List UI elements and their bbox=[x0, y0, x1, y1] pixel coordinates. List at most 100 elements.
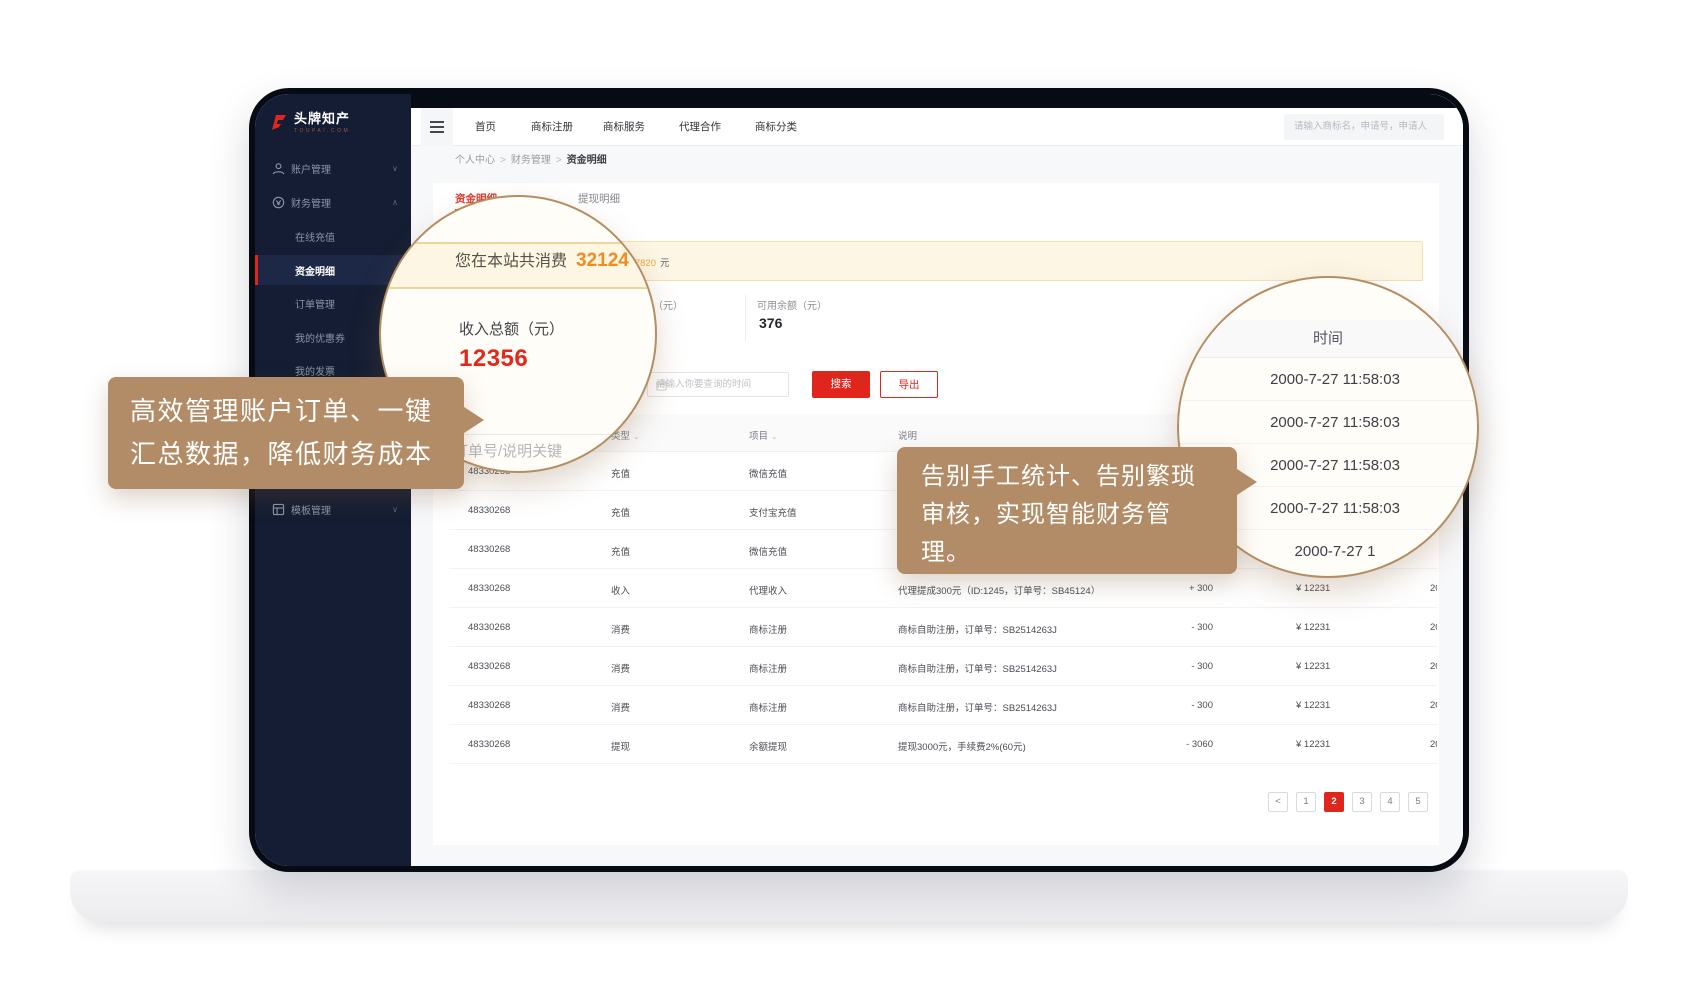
time-query-input[interactable]: 请输入你要查询的时间 bbox=[647, 372, 789, 397]
brand-tagline: TOUPAI.COM bbox=[294, 128, 350, 134]
nav-tab-trademark-reg[interactable]: 商标注册 bbox=[531, 108, 573, 146]
table-row[interactable]: 48330268 消费 商标注册 商标自助注册，订单号：SB2514263J -… bbox=[449, 686, 1437, 725]
pagination-page-1[interactable]: 1 bbox=[1296, 792, 1316, 812]
cell-desc: 商标自助注册，订单号：SB2514263J bbox=[898, 661, 1057, 675]
callout-text: 理。 bbox=[921, 534, 1213, 572]
brand-name: 头牌知产 bbox=[294, 112, 350, 126]
cell-amount: + 300 bbox=[1089, 583, 1213, 594]
cell-time: 2000-7-27 11:58:03 bbox=[1430, 622, 1437, 633]
laptop-base bbox=[70, 870, 1628, 922]
cell-time: 2000-7-27 11:58:03 bbox=[1430, 739, 1437, 750]
callout-arrow-right bbox=[464, 407, 484, 433]
cell-desc: 商标自助注册，订单号：SB2514263J bbox=[898, 622, 1057, 636]
search-button[interactable]: 搜索 bbox=[812, 371, 870, 398]
cell-order: 48330268 bbox=[468, 544, 510, 555]
cell-type: 消费 bbox=[611, 622, 630, 636]
nav-tab-home[interactable]: 首页 bbox=[475, 108, 496, 146]
cell-time: 2000-7-27 11:58:03 bbox=[1430, 661, 1437, 672]
stat-expense-label-fragment: （元） bbox=[653, 297, 683, 312]
cell-amount: - 300 bbox=[1089, 661, 1213, 672]
cell-item: 商标注册 bbox=[749, 661, 787, 675]
callout-left-tooltip: 高效管理账户订单、一键 汇总数据，降低财务成本 bbox=[108, 377, 464, 489]
table-row[interactable]: 48330268 消费 商标注册 商标自助注册，订单号：SB2514263J -… bbox=[449, 647, 1437, 686]
cell-order: 48330268 bbox=[468, 661, 510, 672]
cell-item: 商标注册 bbox=[749, 622, 787, 636]
top-navbar: 首页 商标注册 商标服务 代理合作 商标分类 请输入商标名，申请号，申请人 bbox=[411, 108, 1463, 146]
cell-type: 消费 bbox=[611, 661, 630, 675]
nav-tab-agency[interactable]: 代理合作 bbox=[679, 108, 721, 146]
pagination-page-2-active[interactable]: 2 bbox=[1324, 792, 1344, 812]
calendar-icon[interactable] bbox=[656, 380, 781, 391]
export-button[interactable]: 导出 bbox=[880, 371, 938, 398]
cell-amount: - 300 bbox=[1089, 700, 1213, 711]
chevron-down-icon: ∨ bbox=[392, 505, 398, 514]
stat-divider bbox=[745, 295, 746, 341]
sidebar-item-label: 在线充值 bbox=[295, 229, 335, 244]
table-row[interactable]: 48330268 消费 商标注册 商标自助注册，订单号：SB2514263J -… bbox=[449, 608, 1437, 647]
cell-type: 提现 bbox=[611, 739, 630, 753]
cell-time: 2000-7-27 11:58:03 bbox=[1430, 583, 1437, 594]
sidebar-item-account[interactable]: 账户管理 ∨ bbox=[255, 153, 411, 183]
breadcrumb-separator: > bbox=[556, 155, 562, 166]
cell-item: 商标注册 bbox=[749, 700, 787, 714]
sidebar-item-label: 财务管理 bbox=[291, 195, 331, 210]
magnified-time-header: 时间 bbox=[1179, 320, 1477, 358]
magnified-keyword-placeholder: 订单号/说明关键 bbox=[453, 440, 562, 461]
cell-balance: ¥ 12231 bbox=[1296, 700, 1330, 711]
cell-amount: - 300 bbox=[1089, 622, 1213, 633]
cell-type: 收入 bbox=[611, 583, 630, 597]
template-icon bbox=[272, 503, 285, 516]
breadcrumb: 个人中心 > 财务管理 > 资金明细 bbox=[411, 146, 1463, 175]
nav-tab-classify[interactable]: 商标分类 bbox=[755, 108, 797, 146]
pagination-page-4[interactable]: 4 bbox=[1380, 792, 1400, 812]
user-icon bbox=[272, 162, 285, 175]
breadcrumb-item[interactable]: 个人中心 bbox=[455, 155, 495, 166]
table-row[interactable]: 48330268 提现 余额提现 提现3000元，手续费2%(60元) - 30… bbox=[449, 725, 1437, 764]
cell-balance: ¥ 12231 bbox=[1296, 661, 1330, 672]
sidebar-item-templates[interactable]: 模板管理 ∨ bbox=[255, 494, 411, 524]
magnified-income-label: 收入总额（元） bbox=[459, 318, 564, 339]
cell-item: 余额提现 bbox=[749, 739, 787, 753]
sidebar-item-label: 我的发票 bbox=[295, 363, 335, 378]
cell-type: 充值 bbox=[611, 544, 630, 558]
callout-text: 汇总数据，降低财务成本 bbox=[130, 433, 442, 476]
callout-arrow-right bbox=[1237, 469, 1257, 495]
tab-withdraw-details[interactable]: 提现明细 bbox=[578, 191, 620, 206]
cell-item: 微信充值 bbox=[749, 544, 787, 558]
cell-order: 48330268 bbox=[468, 505, 510, 516]
notice-small-value: 7820 bbox=[635, 258, 656, 269]
callout-text: 高效管理账户订单、一键 bbox=[130, 390, 442, 433]
hamburger-menu-icon[interactable] bbox=[421, 108, 453, 146]
cell-desc: 提现3000元，手续费2%(60元) bbox=[898, 739, 1026, 753]
pagination: < 1 2 3 4 5 bbox=[1268, 792, 1428, 812]
table-row[interactable]: 48330268 收入 代理收入 代理提成300元（ID:1245，订单号：SB… bbox=[449, 569, 1437, 608]
global-search-input[interactable]: 请输入商标名，申请号，申请人 bbox=[1284, 114, 1444, 140]
callout-text: 审核，实现智能财务管 bbox=[921, 496, 1213, 534]
callout-text: 告别手工统计、告别繁琐 bbox=[921, 458, 1213, 496]
breadcrumb-separator: > bbox=[500, 155, 506, 166]
pagination-page-5[interactable]: 5 bbox=[1408, 792, 1428, 812]
brand-logo[interactable]: 头牌知产 TOUPAI.COM bbox=[269, 112, 350, 134]
callout-right-tooltip: 告别手工统计、告别繁琐 审核，实现智能财务管 理。 bbox=[897, 447, 1237, 574]
stat-available-label: 可用余额（元） bbox=[757, 297, 827, 312]
sidebar-item-finance[interactable]: 财务管理 ∧ bbox=[255, 187, 411, 217]
brand-logo-icon bbox=[269, 112, 289, 132]
finance-icon bbox=[272, 196, 285, 209]
notice-label: 您在本站共消费 bbox=[455, 247, 567, 271]
cell-type: 充值 bbox=[611, 466, 630, 480]
cell-type: 消费 bbox=[611, 700, 630, 714]
breadcrumb-item[interactable]: 财务管理 bbox=[511, 155, 551, 166]
cell-item: 代理收入 bbox=[749, 583, 787, 597]
breadcrumb-current: 资金明细 bbox=[567, 155, 607, 166]
cell-order: 48330268 bbox=[468, 583, 510, 594]
cell-item: 微信充值 bbox=[749, 466, 787, 480]
page: 头牌知产 TOUPAI.COM 账户管理 ∨ 财务管理 ∧ bbox=[0, 0, 1696, 1002]
cell-time: 2000-7-27 11:58:03 bbox=[1430, 700, 1437, 711]
chevron-down-icon: ∨ bbox=[392, 164, 398, 173]
cell-desc: 商标自助注册，订单号：SB2514263J bbox=[898, 700, 1057, 714]
pagination-page-3[interactable]: 3 bbox=[1352, 792, 1372, 812]
col-item-header[interactable]: 项目⌄ bbox=[749, 428, 778, 442]
magnified-time-cell: 2000-7-27 11:58:03 bbox=[1179, 401, 1477, 444]
pagination-prev-button[interactable]: < bbox=[1268, 792, 1288, 812]
nav-tab-trademark-svc[interactable]: 商标服务 bbox=[603, 108, 645, 146]
